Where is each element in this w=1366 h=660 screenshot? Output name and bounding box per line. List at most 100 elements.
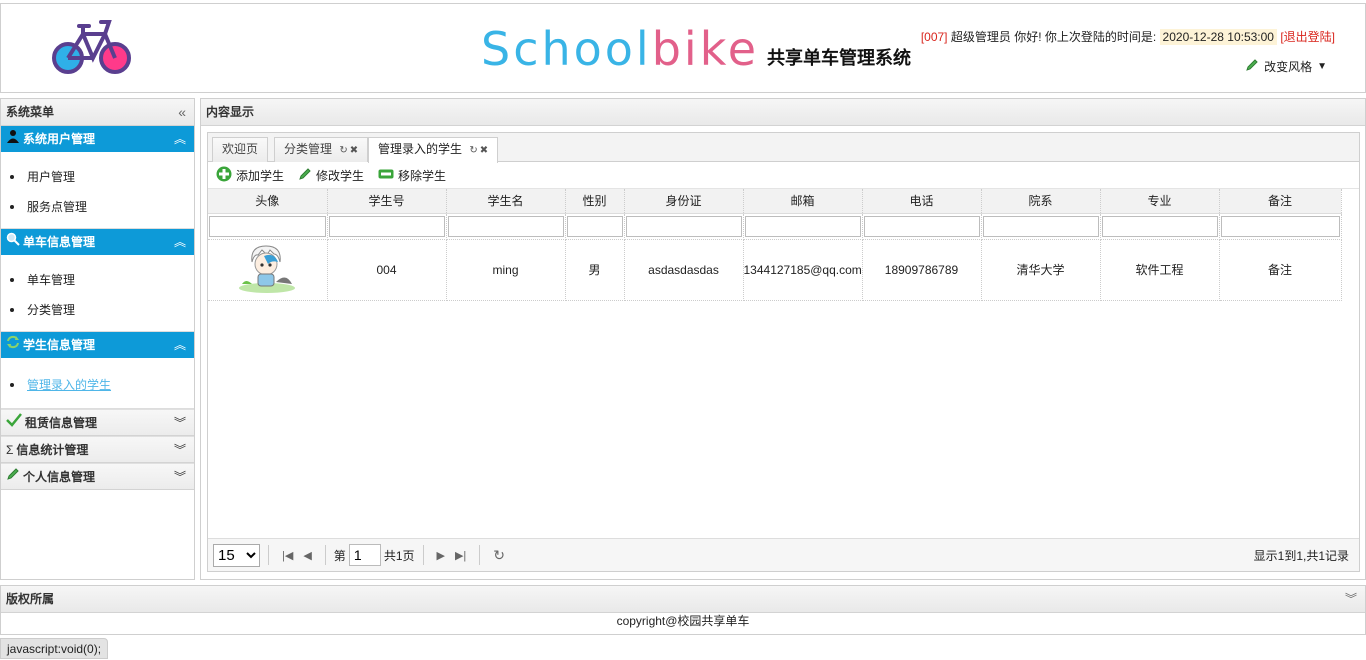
column-header[interactable]: 院系 [981, 189, 1101, 214]
edit-student-label: 修改学生 [316, 168, 365, 183]
sidebar-item-service-point[interactable]: 服务点管理 [10, 192, 194, 222]
user-greeting: 超级管理员 你好! 你上次登陆的时间是: [950, 30, 1157, 44]
sidebar-item-bike-mgmt[interactable]: 单车管理 [10, 265, 194, 295]
next-page-icon[interactable]: ▶ [437, 549, 445, 562]
filter-input[interactable] [863, 215, 980, 237]
footer-title: 版权所属 ︾ [1, 586, 1365, 613]
logout-link[interactable]: [退出登陆] [1280, 30, 1335, 44]
tabs-container: 欢迎页 分类管理 ↻ ✖ 管理录入的学生 ↻ ✖ 添加学生 修改学生 移除学生 … [207, 132, 1360, 572]
grid-toolbar: 添加学生 修改学生 移除学生 [208, 162, 1359, 189]
pagination: 15 |◀ ◀ 第 共1页 ▶ ▶| ↻ 显示1到1,共1记录 [208, 538, 1359, 571]
last-page-icon[interactable]: ▶| [455, 549, 466, 562]
sidebar: 系统菜单 « 系统用户管理 ︽ 用户管理 服务点管理 单车信息管理 ︽ 单车管理… [0, 98, 195, 580]
content-title-text: 内容显示 [206, 105, 255, 119]
tab-label: 管理录入的学生 [378, 142, 463, 156]
column-header[interactable]: 备注 [1219, 189, 1342, 214]
add-student-button[interactable]: 添加学生 [216, 166, 284, 185]
user-info: [007] 超级管理员 你好! 你上次登陆的时间是: 2020-12-28 10… [921, 28, 1335, 45]
content-panel: 内容显示 欢迎页 分类管理 ↻ ✖ 管理录入的学生 ↻ ✖ 添加学生 修改学生 … [200, 98, 1366, 580]
accordion-user-mgmt[interactable]: 系统用户管理 ︽ [1, 126, 194, 152]
filter-input[interactable] [328, 215, 445, 237]
sigma-icon: Σ [6, 442, 14, 457]
cell-id-card: asdasdasdas [624, 239, 744, 301]
pencil-icon [298, 167, 312, 184]
filter-cell [981, 213, 1101, 240]
table-row[interactable]: 004 ming 男 asdasdasdas 1344127185@qq.com… [208, 239, 1342, 301]
accordion-body: 单车管理 分类管理 [1, 255, 194, 332]
chevron-up-icon[interactable]: ︽ [174, 229, 186, 255]
footer: 版权所属 ︾ copyright@校园共享单车 [0, 585, 1366, 635]
edit-student-button[interactable]: 修改学生 [298, 167, 364, 184]
accordion-label: 信息统计管理 [16, 442, 89, 457]
caret-down-icon: ▼ [1317, 61, 1327, 72]
filter-input[interactable] [1101, 215, 1218, 237]
column-header[interactable]: 学生号 [327, 189, 447, 214]
tab-students[interactable]: 管理录入的学生 ↻ ✖ [368, 137, 499, 163]
sidebar-item-user-mgmt[interactable]: 用户管理 [10, 162, 194, 192]
change-theme-label: 改变风格 [1264, 60, 1313, 74]
filter-input[interactable] [1220, 215, 1340, 237]
chevron-down-icon[interactable]: ︾ [1345, 586, 1357, 613]
filter-input[interactable] [447, 215, 564, 237]
cell-major: 软件工程 [1100, 239, 1220, 301]
sidebar-item-students[interactable]: 管理录入的学生 [10, 370, 194, 400]
sidebar-title: 系统菜单 « [1, 99, 194, 126]
accordion-body: 管理录入的学生 [1, 358, 194, 409]
accordion-label: 租赁信息管理 [25, 415, 98, 430]
header: School bike 共享单车管理系统 [007] 超级管理员 你好! 你上次登… [0, 3, 1366, 93]
column-header[interactable]: 身份证 [624, 189, 744, 214]
column-header[interactable]: 专业 [1100, 189, 1220, 214]
prev-page-icon[interactable]: ◀ [303, 549, 311, 562]
brand-system-name: 共享单车管理系统 [767, 48, 911, 69]
refresh-icon [6, 332, 20, 358]
reload-icon[interactable]: ↻ [339, 145, 347, 156]
filter-input[interactable] [566, 215, 623, 237]
pager-info: 显示1到1,共1记录 [1253, 548, 1349, 563]
filter-input[interactable] [744, 215, 861, 237]
chevron-up-icon[interactable]: ︽ [174, 332, 186, 358]
filter-input[interactable] [982, 215, 1099, 237]
brand-bike: bike [651, 22, 759, 76]
first-page-icon[interactable]: |◀ [282, 549, 293, 562]
close-icon[interactable]: ✖ [350, 145, 358, 156]
tab-welcome[interactable]: 欢迎页 [212, 137, 269, 162]
collapse-left-icon[interactable]: « [178, 99, 186, 125]
sidebar-item-category-mgmt[interactable]: 分类管理 [10, 295, 194, 325]
tab-label: 分类管理 [284, 142, 333, 156]
chevron-down-icon[interactable]: ︾ [174, 464, 186, 490]
filter-cell [624, 213, 744, 240]
filter-cell [327, 213, 447, 240]
filter-input[interactable] [625, 215, 742, 237]
accordion-statistics[interactable]: Σ 信息统计管理 ︾ [1, 436, 194, 463]
refresh-icon[interactable]: ↻ [493, 547, 505, 564]
column-header[interactable]: 学生名 [446, 189, 566, 214]
accordion-rental-info[interactable]: 租赁信息管理 ︾ [1, 409, 194, 436]
filter-cell [565, 213, 625, 240]
close-icon[interactable]: ✖ [480, 145, 488, 156]
reload-icon[interactable]: ↻ [469, 145, 477, 156]
accordion-student-info[interactable]: 学生信息管理 ︽ [1, 332, 194, 358]
chevron-down-icon[interactable]: ︾ [174, 410, 186, 436]
tab-category[interactable]: 分类管理 ↻ ✖ [274, 137, 369, 162]
filter-cell [1100, 213, 1220, 240]
footer-title-text: 版权所属 [6, 592, 55, 606]
filter-input[interactable] [209, 215, 326, 237]
chevron-up-icon[interactable]: ︽ [174, 126, 186, 152]
change-theme-menu[interactable]: 改变风格 ▼ [1245, 58, 1327, 75]
column-header[interactable]: 电话 [862, 189, 982, 214]
page-total: 共1页 [383, 548, 415, 563]
filter-cell [446, 213, 566, 240]
page-number-input[interactable] [348, 544, 381, 566]
pencil-icon [6, 464, 20, 490]
page-size-select[interactable]: 15 [213, 543, 260, 567]
student-table: 头像 学生号 学生名 性别 身份证 邮箱 电话 院系 专业 备注 004 min… [208, 189, 1342, 301]
chevron-down-icon[interactable]: ︾ [174, 437, 186, 463]
column-header[interactable]: 邮箱 [743, 189, 863, 214]
column-header[interactable]: 头像 [208, 189, 328, 214]
column-header[interactable]: 性别 [565, 189, 625, 214]
accordion-bike-info[interactable]: 单车信息管理 ︽ [1, 229, 194, 255]
accordion-personal-info[interactable]: 个人信息管理 ︾ [1, 463, 194, 490]
remove-student-button[interactable]: 移除学生 [378, 167, 446, 184]
cell-student-name: ming [446, 239, 566, 301]
filter-cell [1219, 213, 1342, 240]
